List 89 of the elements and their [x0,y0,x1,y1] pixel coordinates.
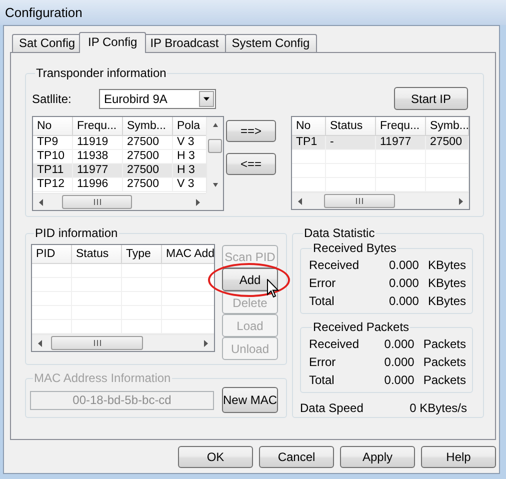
add-button[interactable]: Add [222,268,278,291]
stat-label: Error [309,355,337,369]
tab[interactable]: IP Config [79,32,146,53]
stat-value: 0.000 [384,355,414,369]
column-header[interactable]: Type [122,245,162,263]
group-title: MAC Address Information [33,371,172,385]
column-header[interactable]: Status [326,117,376,135]
scroll-down-arrow-icon[interactable] [213,181,218,188]
table-cell: 27500 [426,136,469,149]
column-header[interactable]: No [33,117,73,135]
scrollbar-thumb[interactable] [62,195,132,209]
column-header[interactable]: MAC Add [162,245,214,263]
scroll-up-arrow-icon[interactable] [213,122,218,129]
mouse-pointer-icon [267,279,279,298]
pid-list[interactable]: PID Status Type MAC Add [31,244,215,352]
move-right-button[interactable]: ==> [226,120,276,142]
horizontal-scrollbar[interactable] [32,334,214,351]
stat-label: Total [309,373,336,387]
tab[interactable]: System Config [224,34,317,52]
stat-label: Received [309,337,360,351]
stat-value: 0.000 [388,258,419,272]
table-cell: 11919 [73,136,123,149]
group-title: Data Statistic [303,226,376,240]
table-cell: TP10 [33,150,73,163]
vertical-scrollbar[interactable] [206,117,223,193]
satellite-label: Satllite: [32,92,72,106]
table-cell: 11977 [73,164,123,177]
satellite-dropdown[interactable]: Eurobird 9A [99,88,216,108]
apply-button[interactable]: Apply [340,446,415,468]
horizontal-scrollbar[interactable] [292,192,469,209]
group-title: Received Packets [312,320,410,334]
data-speed-value: 0 KBytes/s [410,401,467,415]
horizontal-scrollbar[interactable] [33,193,206,210]
stat-unit: KBytes [426,258,466,272]
table-cell: 27500 [123,178,173,191]
stat-value: 0.000 [384,373,414,387]
stat-unit: KBytes [426,276,466,290]
column-header[interactable]: Frequ... [376,117,426,135]
move-left-button[interactable]: <== [226,153,276,175]
ok-button[interactable]: OK [178,446,253,468]
selected-transponder-list[interactable]: No Status Frequ... Symb... TP1 - 11977 27500 [291,116,470,210]
column-header[interactable]: Symb... [123,117,173,135]
table-cell: TP11 [33,164,73,177]
table-cell: 27500 [123,150,173,163]
cancel-button[interactable]: Cancel [259,446,334,468]
data-speed-label: Data Speed [300,401,364,415]
scrollbar-thumb[interactable] [208,139,222,153]
column-header[interactable]: PID [32,245,72,263]
transponder-list[interactable]: No Frequ... Symb... Pola TP9 11919 27500 V 3 TP10 11938 27500 H 3 TP11 11977 27500 H 3 TP12 11996 27500 V 3 [32,116,224,211]
tab[interactable]: IP Broadcast [143,34,226,52]
column-header[interactable]: Status [72,245,122,263]
scroll-right-arrow-icon[interactable] [195,199,200,206]
table-row[interactable]: TP11 11977 27500 H 3 [33,164,206,178]
stat-value: 0.000 [388,294,419,308]
window-title: Configuration [5,5,82,20]
group-title: Received Bytes [312,241,398,255]
scroll-left-arrow-icon[interactable] [38,340,43,347]
column-header[interactable]: No [292,117,326,135]
table-cell: TP1 [292,136,326,149]
table-cell: 11938 [73,150,123,163]
table-row[interactable]: TP1 - 11977 27500 [292,136,469,150]
table-cell: 27500 [123,136,173,149]
table-cell: TP12 [33,178,73,191]
column-header[interactable]: Symb... [426,117,469,135]
scrollbar-thumb[interactable] [324,194,395,208]
group-title: Transponder information [35,66,168,80]
stat-value: 0.000 [388,276,419,290]
stat-label: Received [309,258,360,272]
stat-label: Total [309,294,336,308]
scroll-right-arrow-icon[interactable] [203,340,208,347]
stat-label: Error [309,276,337,290]
stat-unit: Packets [422,337,466,351]
scroll-left-arrow-icon[interactable] [298,198,303,205]
table-cell: 11996 [73,178,123,191]
stat-unit: Packets [422,373,466,387]
stat-value: 0.000 [384,337,414,351]
table-cell: - [326,136,376,149]
group-title: PID information [34,226,119,240]
table-cell: 11977 [376,136,426,149]
help-button[interactable]: Help [421,446,496,468]
scroll-left-arrow-icon[interactable] [39,199,44,206]
table-cell: 27500 [123,164,173,177]
scroll-right-arrow-icon[interactable] [458,198,463,205]
stat-unit: Packets [422,355,466,369]
scrollbar-thumb[interactable] [51,336,143,350]
start-ip-button[interactable]: Start IP [394,87,468,110]
column-header[interactable]: Frequ... [73,117,123,135]
table-cell: TP9 [33,136,73,149]
stat-unit: KBytes [426,294,466,308]
